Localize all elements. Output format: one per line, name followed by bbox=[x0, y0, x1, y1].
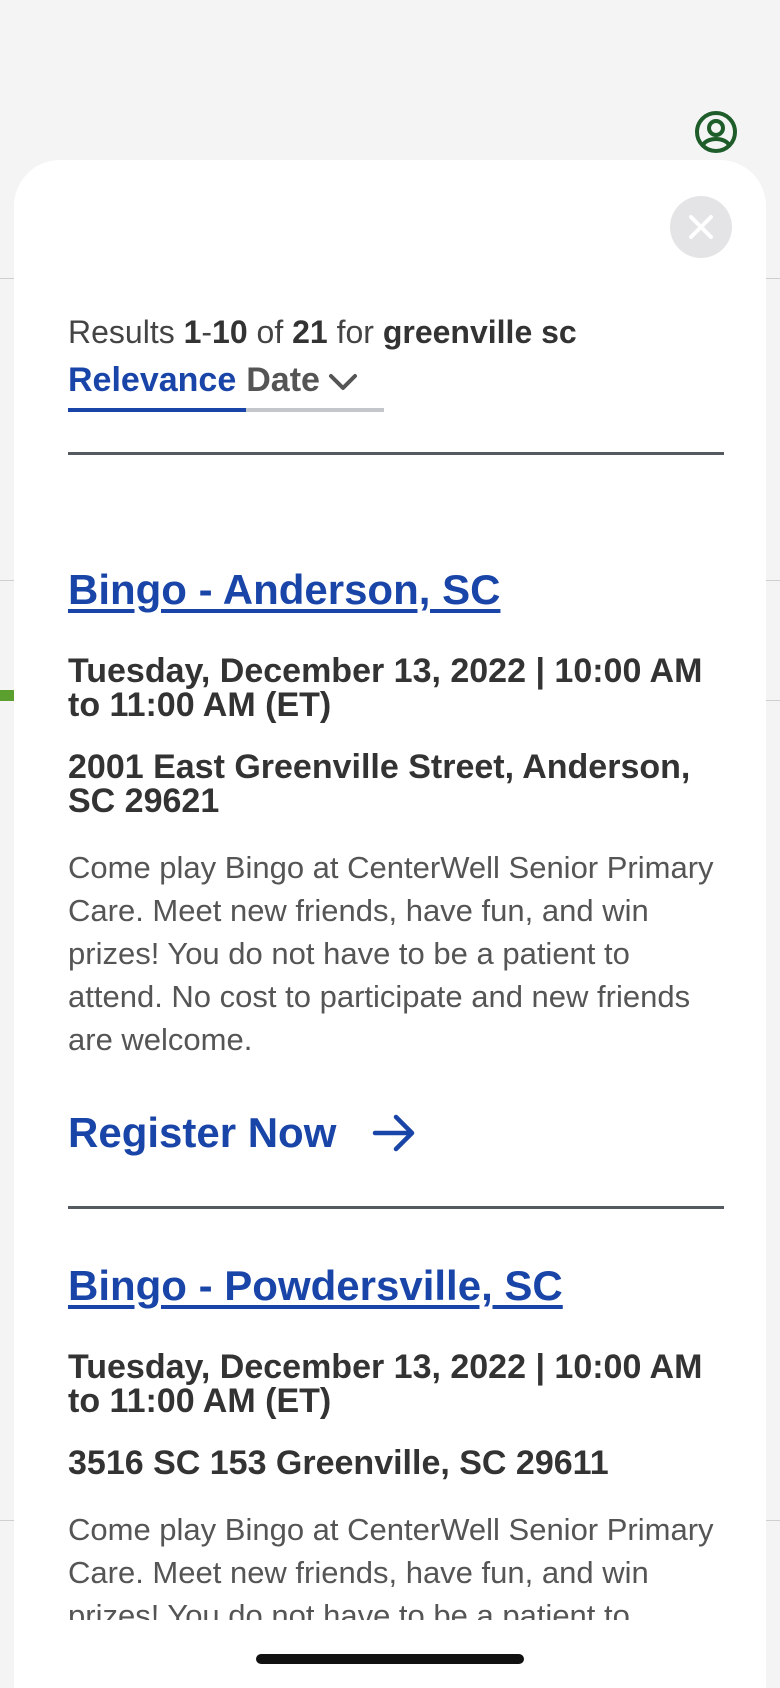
tab-relevance[interactable]: Relevance bbox=[68, 360, 247, 412]
results-of-text: of bbox=[247, 314, 293, 350]
chevron-down-icon bbox=[328, 374, 357, 390]
event-title-link[interactable]: Bingo - Anderson, SC bbox=[68, 564, 728, 616]
background-divider bbox=[0, 1520, 14, 1521]
background-divider bbox=[766, 278, 780, 279]
arrow-right-icon bbox=[373, 1114, 415, 1152]
event-address: 3516 SC 153 Greenville, SC 29611 bbox=[68, 1444, 609, 1482]
background-accent bbox=[0, 690, 14, 701]
register-now-button[interactable]: Register Now bbox=[68, 1109, 728, 1157]
home-indicator[interactable] bbox=[256, 1654, 524, 1664]
event-date: Tuesday, December 13, 2022 | 10:00 AM to… bbox=[68, 652, 703, 724]
event-description: Come play Bingo at CenterWell Senior Pri… bbox=[68, 1512, 714, 1620]
results-query: greenville sc bbox=[382, 314, 577, 350]
event-card: Bingo - Powdersville, SC Tuesday, Decemb… bbox=[68, 1260, 728, 1620]
background-divider bbox=[0, 580, 14, 581]
event-date: Tuesday, December 13, 2022 | 10:00 AM to… bbox=[68, 1348, 703, 1420]
background-divider bbox=[766, 700, 780, 701]
results-total: 21 bbox=[292, 314, 328, 350]
results-range-sep: - bbox=[201, 314, 213, 350]
tab-date[interactable]: Date bbox=[246, 360, 358, 400]
background-divider bbox=[766, 1520, 780, 1521]
background-divider bbox=[766, 580, 780, 581]
section-divider bbox=[68, 452, 724, 455]
event-description: Come play Bingo at CenterWell Senior Pri… bbox=[68, 850, 714, 1057]
tab-date-label: Date bbox=[246, 361, 320, 399]
section-divider bbox=[68, 1206, 724, 1209]
event-address: 2001 East Greenville Street, Anderson, S… bbox=[68, 748, 691, 820]
results-for-text: for bbox=[327, 314, 383, 350]
account-circle-icon[interactable] bbox=[694, 110, 738, 154]
sort-tabs: Relevance Date bbox=[68, 360, 384, 412]
results-range-start: 1 bbox=[183, 314, 202, 350]
search-results-sheet: Results 1-10 of 21 for greenville sc Rel… bbox=[14, 160, 766, 1688]
event-title-link[interactable]: Bingo - Powdersville, SC bbox=[68, 1260, 728, 1312]
event-card: Bingo - Anderson, SC Tuesday, December 1… bbox=[68, 564, 728, 1157]
results-summary: Results 1-10 of 21 for greenville sc bbox=[68, 314, 577, 351]
register-now-label: Register Now bbox=[68, 1109, 337, 1156]
results-prefix: Results bbox=[68, 314, 184, 350]
close-icon bbox=[689, 215, 713, 239]
background-divider bbox=[0, 278, 14, 279]
results-range-end: 10 bbox=[212, 314, 248, 350]
close-button[interactable] bbox=[670, 196, 732, 258]
